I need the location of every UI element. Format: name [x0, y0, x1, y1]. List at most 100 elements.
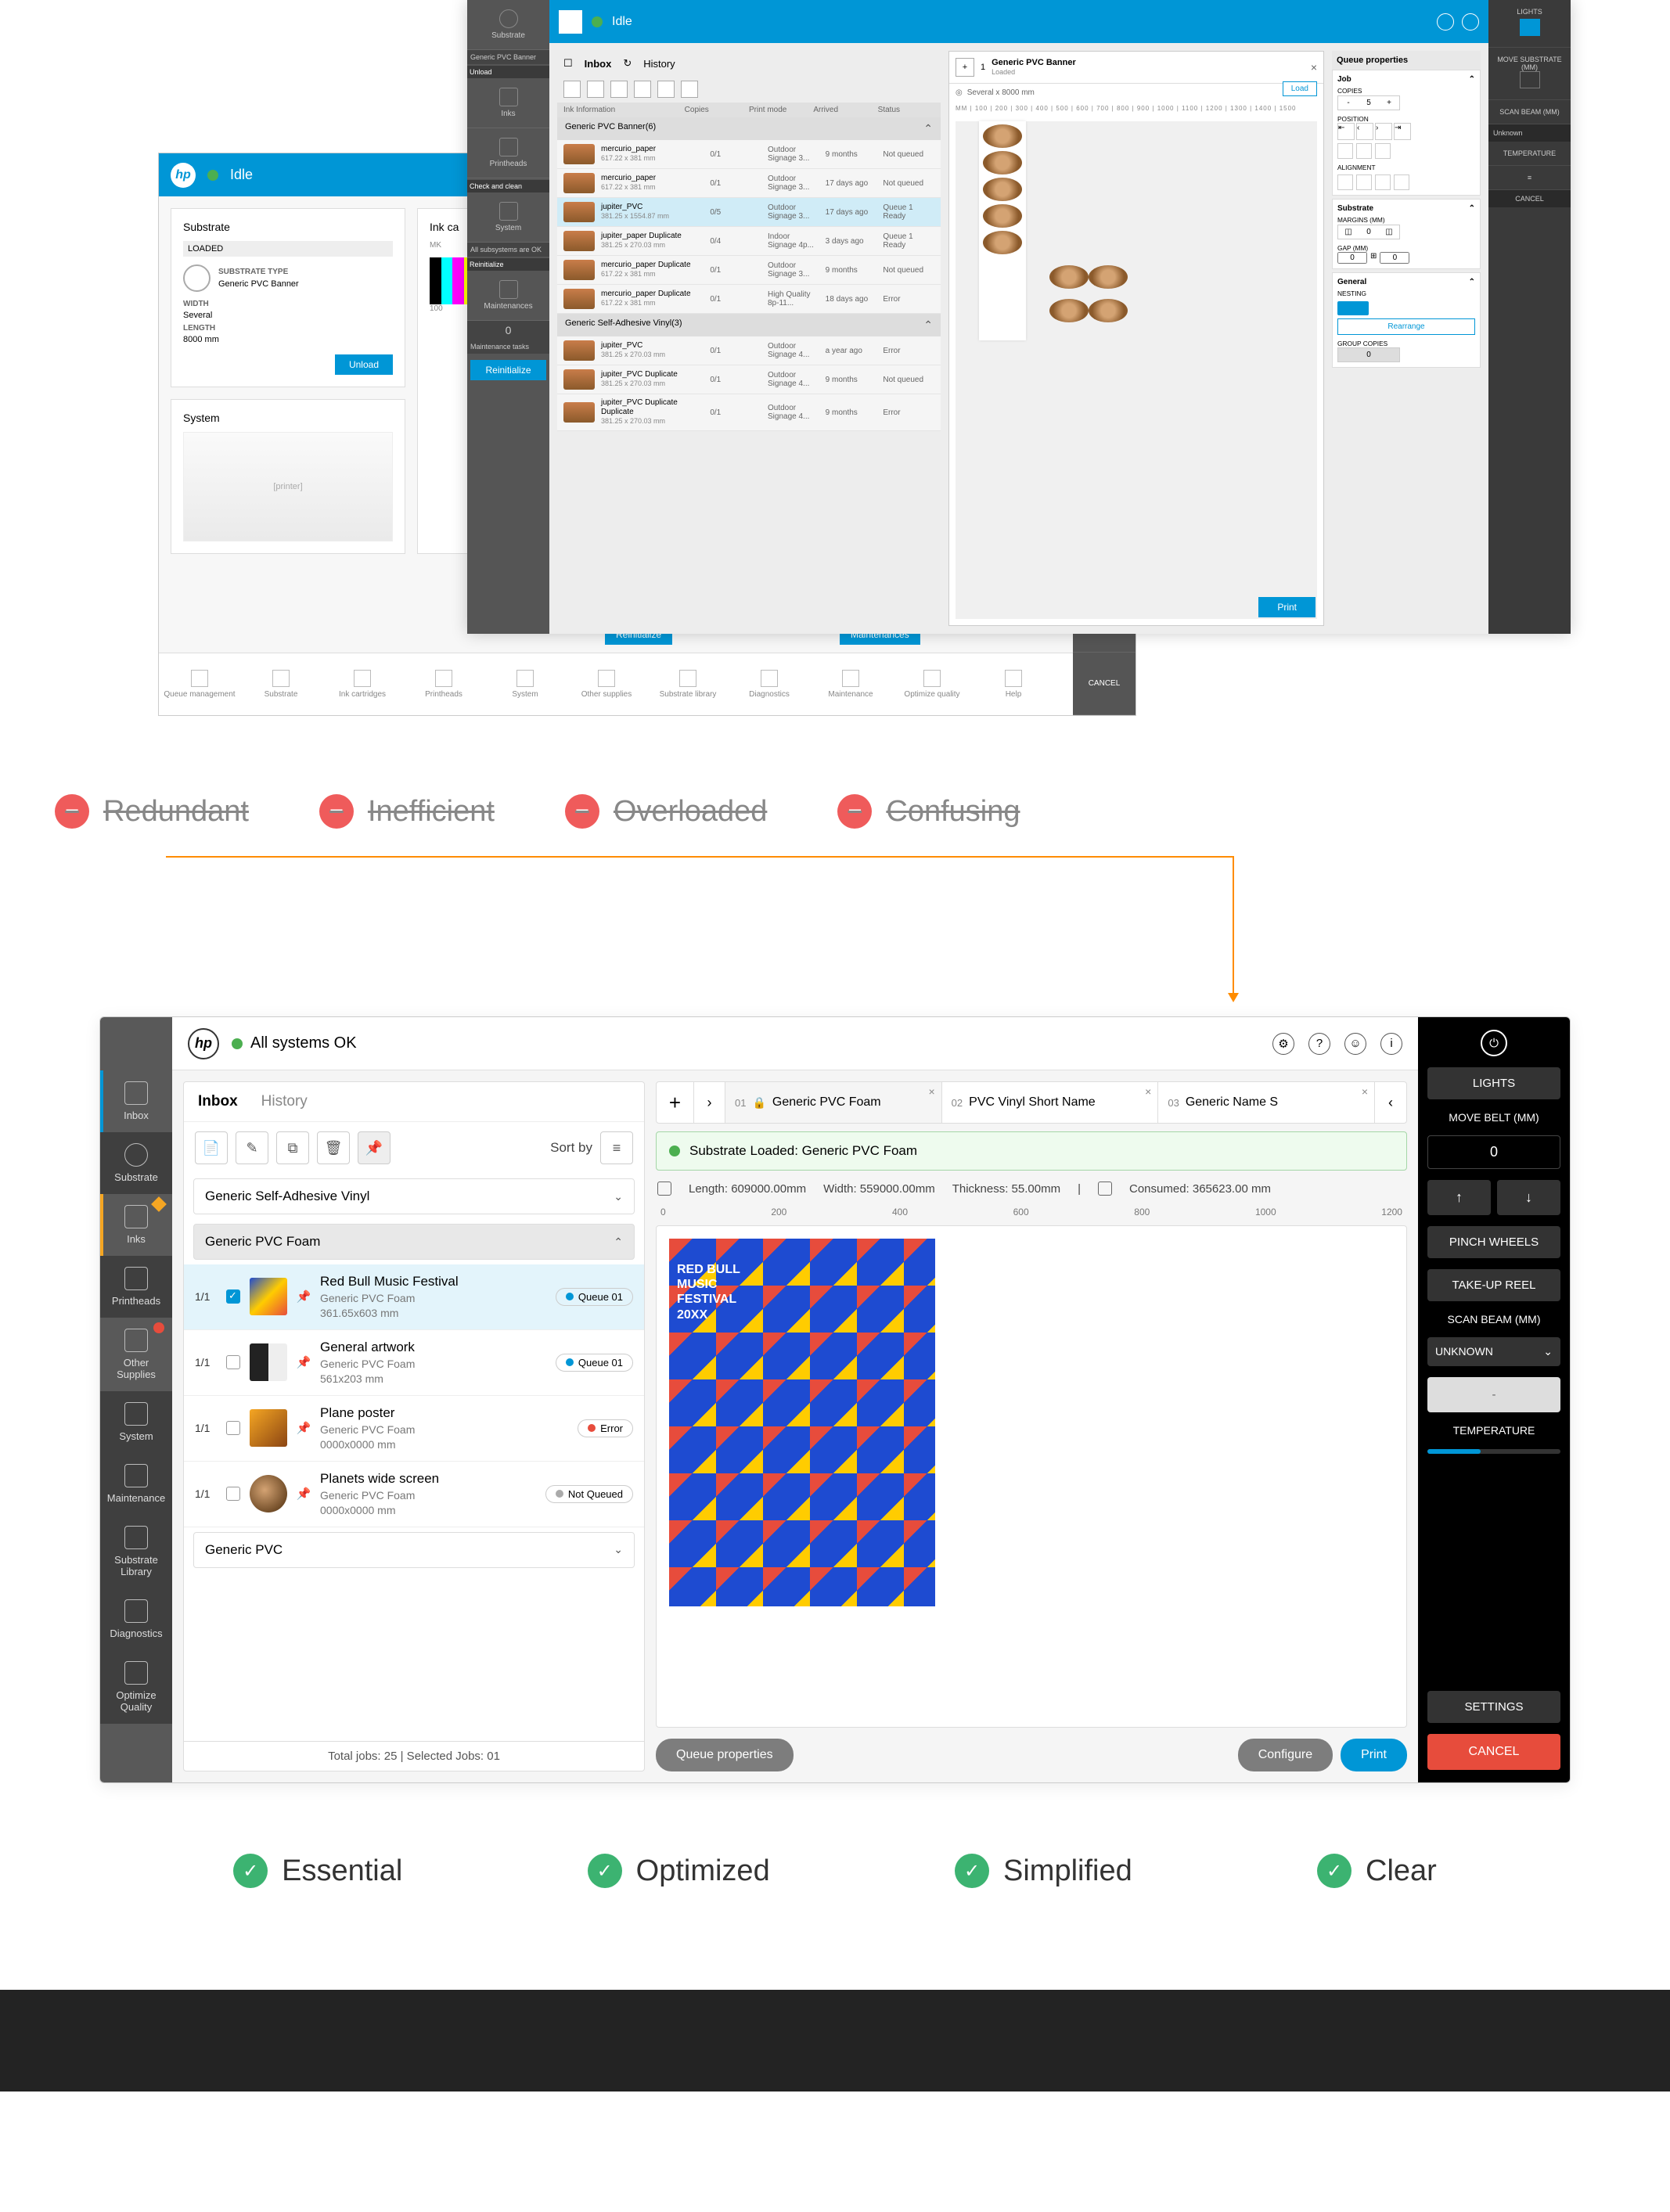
bottom-bar-item[interactable]: Queue management — [159, 653, 240, 715]
bottom-bar-item[interactable]: System — [484, 653, 566, 715]
bottom-bar-item[interactable]: Printheads — [403, 653, 484, 715]
scan-beam-select[interactable]: UNKNOWN⌄ — [1427, 1337, 1560, 1366]
add-tab-button[interactable]: + — [657, 1082, 694, 1123]
queue-properties-button[interactable]: Queue properties — [656, 1739, 794, 1771]
close-icon[interactable]: × — [1145, 1085, 1151, 1098]
job-row[interactable]: mercurio_paper617.22 x 381 mm0/1Outdoor … — [557, 140, 941, 169]
scan-beam[interactable]: SCAN BEAM (MM) — [1488, 100, 1571, 124]
sidebar-reinit-button[interactable]: Reinitialize — [467, 258, 549, 271]
add-job-button[interactable]: 📄 — [195, 1131, 228, 1164]
gap-input[interactable] — [1337, 252, 1367, 264]
sidebar-system[interactable]: System — [467, 192, 549, 243]
job-group[interactable]: Generic PVC Banner(6)⌃ — [557, 117, 941, 140]
sidebar-item[interactable]: Diagnostics — [100, 1588, 172, 1650]
document-tab[interactable]: 03Generic Name S× — [1158, 1082, 1375, 1123]
preview-canvas[interactable] — [656, 1225, 1407, 1728]
tool-icon[interactable] — [657, 81, 675, 98]
bottom-bar-item[interactable]: Diagnostics — [729, 653, 810, 715]
rearrange-button[interactable]: Rearrange — [1337, 318, 1475, 335]
job-row[interactable]: mercurio_paper Duplicate617.22 x 381 mm0… — [557, 256, 941, 285]
bottom-bar-item[interactable]: Substrate library — [647, 653, 729, 715]
sidebar-item[interactable]: Inbox — [100, 1070, 172, 1132]
sidebar-maintenances[interactable]: Maintenances — [467, 271, 549, 321]
close-icon[interactable]: × — [1311, 61, 1317, 74]
sliders-icon[interactable]: ≡ — [1488, 166, 1571, 190]
next-tab-button[interactable]: › — [694, 1082, 725, 1123]
copies-stepper[interactable]: -5+ — [1337, 95, 1400, 110]
bottom-bar-item[interactable]: Substrate — [240, 653, 322, 715]
job-row[interactable]: 1/1📌Red Bull Music FestivalGeneric PVC F… — [184, 1264, 644, 1330]
settings-button[interactable]: SETTINGS — [1427, 1691, 1560, 1723]
gear-icon[interactable] — [1437, 13, 1454, 31]
job-group[interactable]: Generic PVC⌄ — [193, 1532, 635, 1568]
job-row[interactable]: jupiter_PVC Duplicate381.25 x 270.03 mm0… — [557, 365, 941, 394]
smile-icon[interactable] — [1462, 13, 1479, 31]
tool-icon[interactable] — [563, 81, 581, 98]
configure-button[interactable]: Configure — [1238, 1739, 1333, 1771]
gap-input[interactable] — [1380, 252, 1409, 264]
sidebar-item[interactable]: Printheads — [100, 1256, 172, 1318]
sidebar-item[interactable]: System — [100, 1391, 172, 1453]
belt-up-button[interactable]: ↑ — [1427, 1180, 1491, 1215]
job-group-open[interactable]: Generic PVC Foam⌃ — [193, 1224, 635, 1260]
info-icon[interactable]: i — [1380, 1033, 1402, 1055]
power-icon[interactable]: ⏻ — [1481, 1030, 1507, 1056]
sidebar-printheads[interactable]: Printheads — [467, 128, 549, 178]
prev-tab-button[interactable]: ‹ — [1375, 1082, 1406, 1123]
cancel-button[interactable]: CANCEL — [1488, 190, 1571, 207]
tab-inbox[interactable]: Inbox — [198, 1093, 238, 1110]
sidebar-check-button[interactable]: Check and clean — [467, 180, 549, 192]
cancel-button[interactable]: CANCEL — [1427, 1734, 1560, 1770]
position-controls[interactable]: ⇤‹›⇥ — [1337, 123, 1475, 140]
copy-button[interactable]: ⧉ — [276, 1131, 309, 1164]
sidebar-item[interactable]: Other Supplies — [100, 1318, 172, 1391]
job-row[interactable]: jupiter_paper Duplicate381.25 x 270.03 m… — [557, 227, 941, 256]
job-row[interactable]: mercurio_paper617.22 x 381 mm0/1Outdoor … — [557, 169, 941, 198]
move-substrate[interactable]: MOVE SUBSTRATE (MM) — [1488, 48, 1571, 100]
job-row[interactable]: jupiter_PVC381.25 x 270.03 mm0/1Outdoor … — [557, 336, 941, 365]
job-row[interactable]: 1/1📌General artworkGeneric PVC Foam561x2… — [184, 1330, 644, 1396]
help-icon[interactable]: ? — [1308, 1033, 1330, 1055]
close-icon[interactable]: × — [928, 1085, 934, 1098]
job-group[interactable]: Generic Self-Adhesive Vinyl⌄ — [193, 1178, 635, 1214]
sidebar-item[interactable]: Optimize Quality — [100, 1650, 172, 1724]
sidebar-item[interactable]: Inks — [100, 1194, 172, 1256]
document-tab[interactable]: 01🔒Generic PVC Foam× — [725, 1082, 942, 1123]
unload-button[interactable]: Unload — [335, 354, 393, 375]
load-button[interactable]: Load — [1283, 81, 1317, 96]
tool-icon[interactable] — [634, 81, 651, 98]
job-checkbox[interactable] — [226, 1421, 240, 1435]
bottom-bar-item[interactable]: Optimize quality — [891, 653, 973, 715]
cancel-button[interactable]: CANCEL — [1073, 653, 1136, 715]
job-checkbox[interactable] — [226, 1355, 240, 1369]
sidebar-item[interactable]: Substrate — [100, 1132, 172, 1194]
gear-icon[interactable]: ⚙ — [1272, 1033, 1294, 1055]
nesting-toggle[interactable] — [1337, 301, 1369, 315]
close-icon[interactable]: × — [1362, 1085, 1368, 1098]
bottom-bar-item[interactable]: Maintenance — [810, 653, 891, 715]
tool-icon[interactable] — [587, 81, 604, 98]
print-button[interactable]: Print — [1341, 1739, 1407, 1771]
job-checkbox[interactable] — [226, 1487, 240, 1501]
job-checkbox[interactable] — [226, 1289, 240, 1304]
job-row[interactable]: jupiter_PVC381.25 x 1554.87 mm0/5Outdoor… — [557, 198, 941, 227]
delete-button[interactable]: 🗑 — [317, 1131, 350, 1164]
document-tab[interactable]: 02PVC Vinyl Short Name× — [942, 1082, 1159, 1123]
tool-icon[interactable] — [681, 81, 698, 98]
belt-down-button[interactable]: ↓ — [1497, 1180, 1560, 1215]
sidebar-item[interactable]: Maintenance — [100, 1453, 172, 1515]
tool-icon[interactable] — [610, 81, 628, 98]
pin-button[interactable]: 📌 — [358, 1131, 391, 1164]
tab-history[interactable]: History — [643, 58, 675, 70]
bottom-bar-item[interactable]: Ink cartridges — [322, 653, 403, 715]
smile-icon[interactable]: ☺ — [1344, 1033, 1366, 1055]
tab-history[interactable]: History — [261, 1093, 308, 1110]
takeup-reel-button[interactable]: TAKE-UP REEL — [1427, 1269, 1560, 1301]
edit-button[interactable]: ✎ — [236, 1131, 268, 1164]
sidebar-item[interactable]: Substrate Library — [100, 1515, 172, 1588]
tab-inbox[interactable]: Inbox — [585, 58, 612, 70]
add-button[interactable]: + — [956, 58, 974, 77]
sort-button[interactable]: ≡ — [600, 1131, 633, 1164]
sidebar-reinit-main-button[interactable]: Reinitialize — [470, 360, 546, 380]
bottom-bar-item[interactable]: Other supplies — [566, 653, 647, 715]
